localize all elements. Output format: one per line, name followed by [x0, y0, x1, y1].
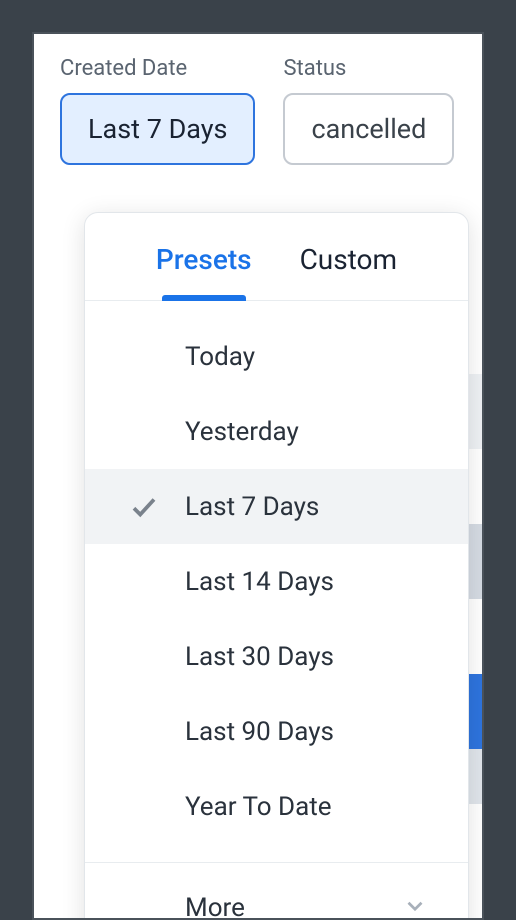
preset-option-label: Last 90 Days — [185, 717, 334, 747]
tab-presets[interactable]: Presets — [156, 243, 252, 300]
filter-status-group: Status cancelled — [283, 56, 454, 165]
preset-option-today[interactable]: Today — [85, 319, 468, 394]
preset-option-label: Last 7 Days — [185, 492, 319, 522]
preset-option-yesterday[interactable]: Yesterday — [85, 394, 468, 469]
preset-option-label: Year To Date — [185, 792, 332, 822]
chevron-down-icon — [402, 893, 428, 920]
preset-option-label: Last 14 Days — [185, 567, 334, 597]
checkmark-icon — [129, 492, 185, 522]
filter-status-value: cancelled — [311, 113, 426, 145]
date-preset-dropdown: Presets Custom Today Yesterday Last 7 Da… — [84, 212, 469, 920]
preset-option-label: Yesterday — [185, 417, 299, 447]
preset-option-year-to-date[interactable]: Year To Date — [85, 769, 468, 844]
filter-created-date-label: Created Date — [60, 56, 255, 81]
app-frame: Created Date Last 7 Days Status cancelle… — [32, 32, 484, 920]
preset-options-list: Today Yesterday Last 7 Days Last 14 Days… — [85, 301, 468, 862]
preset-option-last-30-days[interactable]: Last 30 Days — [85, 619, 468, 694]
preset-option-label: Last 30 Days — [185, 642, 334, 672]
filter-status-button[interactable]: cancelled — [283, 93, 454, 165]
preset-option-last-14-days[interactable]: Last 14 Days — [85, 544, 468, 619]
tab-custom[interactable]: Custom — [300, 243, 398, 300]
dropdown-tabs: Presets Custom — [85, 213, 468, 301]
preset-option-last-7-days[interactable]: Last 7 Days — [85, 469, 468, 544]
filter-created-date-value: Last 7 Days — [88, 113, 227, 145]
filters-row: Created Date Last 7 Days Status cancelle… — [34, 34, 482, 165]
filter-created-date-group: Created Date Last 7 Days — [60, 56, 255, 165]
more-button[interactable]: More — [85, 862, 468, 920]
filter-status-label: Status — [283, 56, 454, 81]
more-label: More — [185, 893, 245, 920]
preset-option-label: Today — [185, 342, 255, 372]
filter-created-date-button[interactable]: Last 7 Days — [60, 93, 255, 165]
preset-option-last-90-days[interactable]: Last 90 Days — [85, 694, 468, 769]
